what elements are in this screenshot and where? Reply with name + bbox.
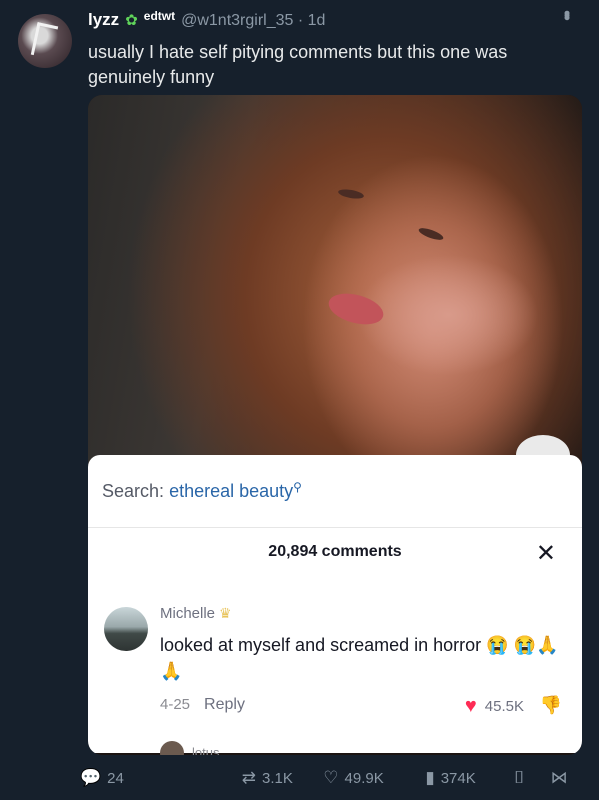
divider — [88, 527, 582, 528]
bookmark-button[interactable]: ⌷ — [514, 768, 550, 788]
reply-icon: 💬 — [80, 768, 102, 787]
more-options-icon[interactable]: ••• — [556, 10, 577, 17]
comment-date: 4-25 — [160, 696, 191, 713]
reply-button[interactable]: 💬 24 — [80, 768, 144, 788]
views-count: 374K — [440, 769, 476, 787]
views-button[interactable]: ▮ 374K — [425, 768, 498, 788]
search-icon[interactable]: ⚲ — [293, 480, 302, 494]
tweet-action-bar: 💬 24 ⇄ 3.1K ♡ 49.9K ▮ 374K ⌷ ⋈ — [80, 764, 578, 792]
reply-count: 24 — [107, 769, 124, 787]
comments-count: 20,894 comments — [268, 543, 402, 560]
retweet-count: 3.1K — [262, 769, 293, 787]
selfie-photo — [88, 95, 582, 465]
dislike-icon[interactable]: 👎 — [540, 695, 562, 716]
crown-icon: ♛ — [219, 605, 232, 621]
retweet-icon: ⇄ — [241, 768, 257, 787]
author-name[interactable]: lyzz — [88, 10, 119, 30]
comment-text: looked at myself and screamed in horror … — [160, 635, 559, 681]
tweet-text: usually I hate self pitying comments but… — [88, 42, 508, 87]
photo-eye — [337, 187, 365, 201]
like-button[interactable]: ♡ 49.9K — [323, 768, 425, 788]
like-count: 49.9K — [344, 769, 384, 787]
search-label: Search: — [102, 481, 165, 501]
sprout-icon: ✿ — [125, 12, 138, 29]
bookmark-icon: ⌷ — [514, 768, 525, 787]
views-icon: ▮ — [425, 768, 435, 787]
close-icon[interactable]: ✕ — [536, 539, 556, 568]
tweet-header: lyzz ✿ edtwt @w1nt3rgirl_35 · 1d — [88, 9, 559, 30]
comments-sheet: Search: ethereal beauty⚲ 20,894 comments… — [88, 455, 582, 755]
search-term[interactable]: ethereal beauty — [169, 481, 293, 501]
share-icon: ⋈ — [550, 768, 568, 787]
photo-lips — [325, 288, 387, 330]
next-commenter-avatar[interactable] — [160, 741, 184, 755]
comment-like-group[interactable]: ♥ 45.5K — [465, 695, 524, 718]
like-icon: ♡ — [323, 768, 339, 787]
photo-eye — [417, 225, 445, 243]
author-handle-time[interactable]: @w1nt3rgirl_35 · 1d — [181, 12, 325, 30]
comment-meta: 4-25 Reply — [160, 696, 245, 714]
next-commenter-name[interactable]: lotus — [192, 745, 219, 755]
author-badge: edtwt — [143, 9, 176, 23]
search-row[interactable]: Search: ethereal beauty⚲ — [102, 480, 302, 502]
retweet-button[interactable]: ⇄ 3.1K — [242, 768, 329, 788]
tweet-media[interactable]: Search: ethereal beauty⚲ 20,894 comments… — [88, 95, 582, 755]
commenter-name-row: Michelle ♛ — [160, 605, 232, 622]
author-avatar[interactable] — [18, 14, 72, 68]
heart-icon[interactable]: ♥ — [465, 695, 477, 718]
commenter-avatar[interactable] — [104, 607, 148, 651]
comment-like-count: 45.5K — [484, 698, 524, 715]
share-button[interactable]: ⋈ — [551, 768, 578, 788]
reply-link[interactable]: Reply — [204, 696, 245, 713]
commenter-name[interactable]: Michelle — [160, 605, 215, 622]
